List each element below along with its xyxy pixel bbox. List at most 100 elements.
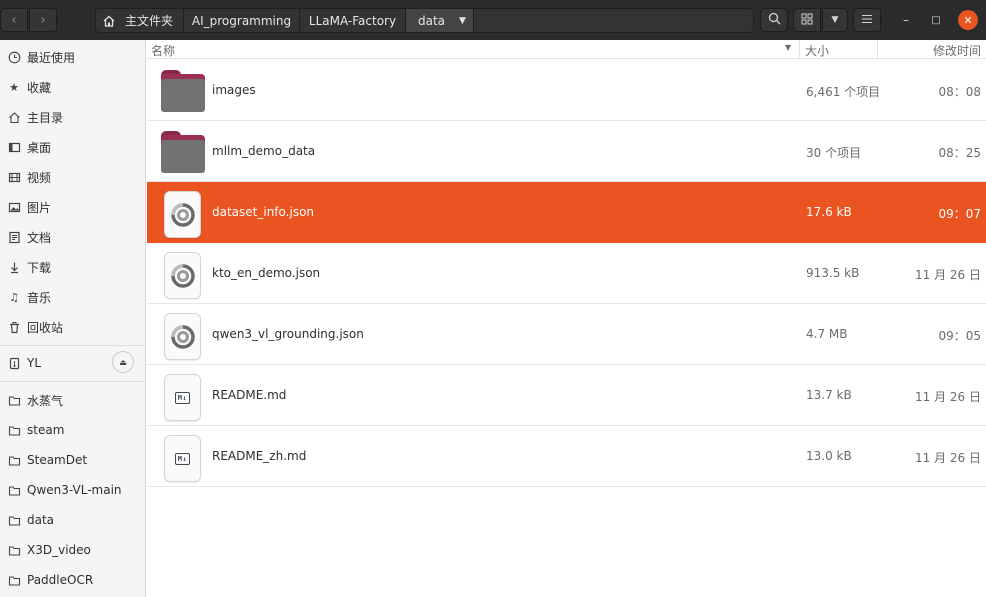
- file-name: mllm_demo_data: [212, 144, 316, 158]
- file-row-mllm-demo-data[interactable]: mllm_demo_data 30 个项目 08：25: [147, 121, 986, 182]
- folder-icon: [7, 573, 21, 587]
- file-size: 4.7 MB: [806, 327, 848, 341]
- dropdown-arrow-icon: ▼: [459, 15, 466, 26]
- file-modified: 11 月 26 日: [915, 268, 981, 282]
- maximize-button[interactable]: □: [926, 10, 946, 30]
- sidebar-item-label: 下载: [27, 260, 52, 275]
- sidebar-item-bookmark[interactable]: steam: [0, 415, 145, 445]
- sidebar: 最近使用 ★ 收藏 主目录 桌面 视频 图片 文档 下载 ♫ 音乐 回收站 YL: [0, 40, 146, 597]
- sidebar-item-bookmark[interactable]: data: [0, 505, 145, 535]
- sidebar-item-downloads[interactable]: 下载: [0, 252, 145, 282]
- sidebar-item-recent[interactable]: 最近使用: [0, 42, 145, 72]
- json-file-icon: [161, 252, 205, 299]
- sidebar-item-bookmark[interactable]: X3D_video: [0, 535, 145, 565]
- sidebar-item-starred[interactable]: ★ 收藏: [0, 72, 145, 102]
- sidebar-item-label: 收藏: [27, 80, 52, 95]
- file-name: images: [212, 83, 256, 97]
- forward-button[interactable]: ›: [29, 8, 57, 32]
- sidebar-divider: [0, 345, 145, 346]
- breadcrumb-home[interactable]: 主文件夹: [96, 9, 184, 32]
- sidebar-item-label: 主目录: [27, 110, 64, 125]
- view-options-button[interactable]: ▼: [822, 8, 848, 32]
- grid-view-button[interactable]: [793, 8, 821, 32]
- home-icon: [102, 14, 118, 28]
- sidebar-item-home[interactable]: 主目录: [0, 102, 145, 132]
- file-row-kto-en-demo-json[interactable]: kto_en_demo.json 913.5 kB 11 月 26 日: [147, 243, 986, 304]
- sidebar-item-label: 音乐: [27, 290, 52, 305]
- sidebar-item-bookmark[interactable]: Qwen3-VL-main: [0, 475, 145, 505]
- folder-icon: [7, 543, 21, 557]
- breadcrumb-data[interactable]: data ▼: [406, 9, 474, 32]
- sidebar-item-label: 最近使用: [27, 50, 76, 65]
- search-icon: [768, 12, 781, 28]
- folder-icon: [7, 483, 21, 497]
- sidebar-item-pictures[interactable]: 图片: [0, 192, 145, 222]
- file-name: kto_en_demo.json: [212, 266, 321, 280]
- sidebar-item-desktop[interactable]: 桌面: [0, 132, 145, 162]
- breadcrumb-llama-factory[interactable]: LLaMA-Factory: [300, 9, 406, 32]
- sidebar-item-bookmark[interactable]: PaddleOCR: [0, 565, 145, 595]
- sidebar-item-label: steam: [27, 423, 65, 437]
- minimize-button[interactable]: –: [896, 10, 916, 30]
- sidebar-item-bookmark[interactable]: 水蒸气: [0, 385, 145, 415]
- breadcrumb-label: AI_programming: [191, 13, 292, 28]
- column-divider[interactable]: [799, 40, 800, 59]
- json-file-icon: [161, 191, 205, 238]
- folder-icon: [7, 513, 21, 527]
- sidebar-item-videos[interactable]: 视频: [0, 162, 145, 192]
- file-row-readme-md[interactable]: M↓ README.md 13.7 kB 11 月 26 日: [147, 365, 986, 426]
- back-button[interactable]: ‹: [0, 8, 28, 32]
- chevron-right-icon: ›: [40, 12, 46, 28]
- column-name[interactable]: 名称: [151, 42, 175, 59]
- header-bar: ‹ › 主文件夹 AI_programming LLaMA-Factory da…: [0, 0, 986, 40]
- file-name: README_zh.md: [212, 449, 307, 463]
- breadcrumb-label: data: [418, 13, 446, 28]
- sidebar-item-label: data: [27, 513, 55, 527]
- star-icon: ★: [9, 80, 19, 94]
- sidebar-item-label: YL: [27, 356, 42, 370]
- column-modified[interactable]: 修改时间: [933, 42, 981, 59]
- chevron-left-icon: ‹: [11, 12, 17, 28]
- eject-button[interactable]: ⏏: [112, 351, 134, 373]
- breadcrumb-label: LLaMA-Factory: [308, 13, 397, 28]
- menu-button[interactable]: [853, 8, 881, 32]
- breadcrumb-label: 主文件夹: [125, 14, 174, 28]
- column-divider[interactable]: [877, 40, 878, 59]
- file-modified: 08：25: [938, 146, 981, 160]
- file-modified: 11 月 26 日: [915, 390, 981, 404]
- column-size[interactable]: 大小: [805, 42, 829, 59]
- minimize-icon: –: [903, 13, 909, 27]
- folder-icon: [161, 70, 205, 114]
- sidebar-item-label: 水蒸气: [27, 393, 64, 408]
- sidebar-item-bookmark[interactable]: SteamDet: [0, 445, 145, 475]
- file-row-readme-zh-md[interactable]: M↓ README_zh.md 13.0 kB 11 月 26 日: [147, 426, 986, 487]
- sidebar-item-music[interactable]: ♫ 音乐: [0, 282, 145, 312]
- video-icon: [7, 170, 21, 184]
- json-file-icon: [161, 313, 205, 360]
- search-button[interactable]: [760, 8, 788, 32]
- sidebar-item-label: 图片: [27, 200, 52, 215]
- column-header: 名称 ▼ 大小 修改时间: [147, 40, 986, 59]
- folder-icon: [7, 423, 21, 437]
- sidebar-divider: [0, 381, 145, 382]
- sidebar-item-documents[interactable]: 文档: [0, 222, 145, 252]
- sidebar-item-trash[interactable]: 回收站: [0, 312, 145, 342]
- clock-icon: [7, 50, 21, 64]
- document-icon: [7, 230, 21, 244]
- sidebar-item-label: PaddleOCR: [27, 573, 94, 587]
- file-row-qwen3-vl-grounding-json[interactable]: qwen3_vl_grounding.json 4.7 MB 09：05: [147, 304, 986, 365]
- breadcrumb-ai-programming[interactable]: AI_programming: [184, 9, 300, 32]
- usb-drive-icon: [7, 356, 21, 370]
- eject-icon: ⏏: [119, 357, 127, 367]
- close-button[interactable]: ✕: [958, 10, 978, 30]
- file-name: dataset_info.json: [212, 205, 315, 219]
- sidebar-item-label: SteamDet: [27, 453, 88, 467]
- markdown-file-icon: M↓: [161, 435, 205, 482]
- file-list: 名称 ▼ 大小 修改时间 images 6,461 个项目 08：08 mllm: [147, 40, 986, 597]
- sort-arrow-icon: ▼: [785, 43, 792, 52]
- chevron-down-icon: ▼: [831, 15, 839, 25]
- folder-icon: [7, 393, 21, 407]
- file-row-images[interactable]: images 6,461 个项目 08：08: [147, 60, 986, 121]
- file-row-dataset-info-json[interactable]: dataset_info.json 17.6 kB 09：07: [147, 182, 986, 243]
- file-modified: 08：08: [938, 85, 981, 99]
